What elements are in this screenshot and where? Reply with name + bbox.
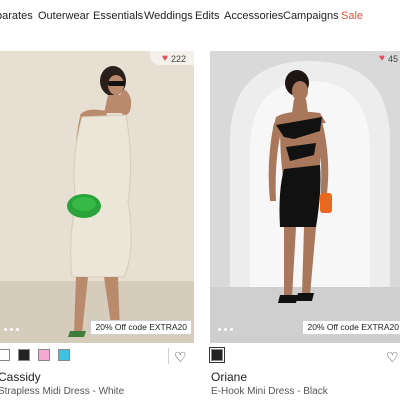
- nav-item-outerwear[interactable]: Outerwear: [38, 10, 89, 22]
- carousel-dots: [4, 328, 19, 331]
- product-image[interactable]: ♥ 222 20% Off code EXTRA20: [0, 51, 194, 343]
- nav-item-essentials[interactable]: Essentials: [93, 10, 143, 22]
- carousel-dot[interactable]: [4, 328, 7, 331]
- swatch-black[interactable]: [209, 347, 225, 363]
- heart-icon: ♥: [162, 53, 168, 64]
- product-subtitle[interactable]: E-Hook Mini Dress - Black: [211, 386, 328, 397]
- nav-item-edits[interactable]: Edits: [195, 10, 219, 22]
- swatch-blue[interactable]: [58, 349, 70, 361]
- like-count-badge[interactable]: ♥ 45: [367, 51, 400, 65]
- nav-item-accessories[interactable]: Accessories: [224, 10, 283, 22]
- model-white-dress-illustration: [0, 51, 194, 343]
- swatch-white[interactable]: [0, 349, 10, 361]
- carousel-dot[interactable]: [10, 328, 13, 331]
- product-subtitle[interactable]: Strapless Midi Dress - White: [0, 386, 124, 397]
- promo-badge: 20% Off code EXTRA20: [302, 320, 400, 335]
- wishlist-heart-icon[interactable]: ♡: [174, 350, 187, 364]
- carousel-dot[interactable]: [218, 328, 221, 331]
- heart-icon: ♥: [379, 53, 385, 64]
- like-count: 222: [170, 54, 186, 64]
- product-card-oriane[interactable]: ♥ 45 20% Off code EXTRA20: [210, 51, 400, 343]
- product-name[interactable]: Cassidy: [0, 370, 41, 384]
- swatch-black[interactable]: [18, 349, 30, 361]
- nav-item-separates[interactable]: parates: [0, 10, 33, 22]
- swatch-pink[interactable]: [38, 349, 50, 361]
- nav-item-campaigns[interactable]: Campaigns: [283, 10, 339, 22]
- carousel-dot[interactable]: [224, 328, 227, 331]
- carousel-dots: [218, 328, 233, 331]
- product-image[interactable]: ♥ 45 20% Off code EXTRA20: [210, 51, 400, 343]
- carousel-dot[interactable]: [16, 328, 19, 331]
- wishlist-heart-icon[interactable]: ♡: [386, 350, 399, 364]
- color-swatches: [209, 347, 225, 363]
- nav-item-weddings[interactable]: Weddings: [144, 10, 193, 22]
- product-card-cassidy[interactable]: ♥ 222 20% Off code EXTRA20: [0, 51, 194, 343]
- product-name[interactable]: Oriane: [211, 370, 247, 384]
- model-black-dress-illustration: [210, 51, 400, 343]
- like-count-badge[interactable]: ♥ 222: [150, 51, 194, 65]
- carousel-dot[interactable]: [230, 328, 233, 331]
- category-nav: parates Outerwear Essentials Weddings Ed…: [0, 0, 400, 34]
- like-count: 45: [387, 54, 398, 64]
- nav-item-sale[interactable]: Sale: [341, 10, 363, 22]
- promo-badge: 20% Off code EXTRA20: [90, 320, 192, 335]
- color-swatches: [0, 349, 70, 363]
- divider: [168, 348, 169, 364]
